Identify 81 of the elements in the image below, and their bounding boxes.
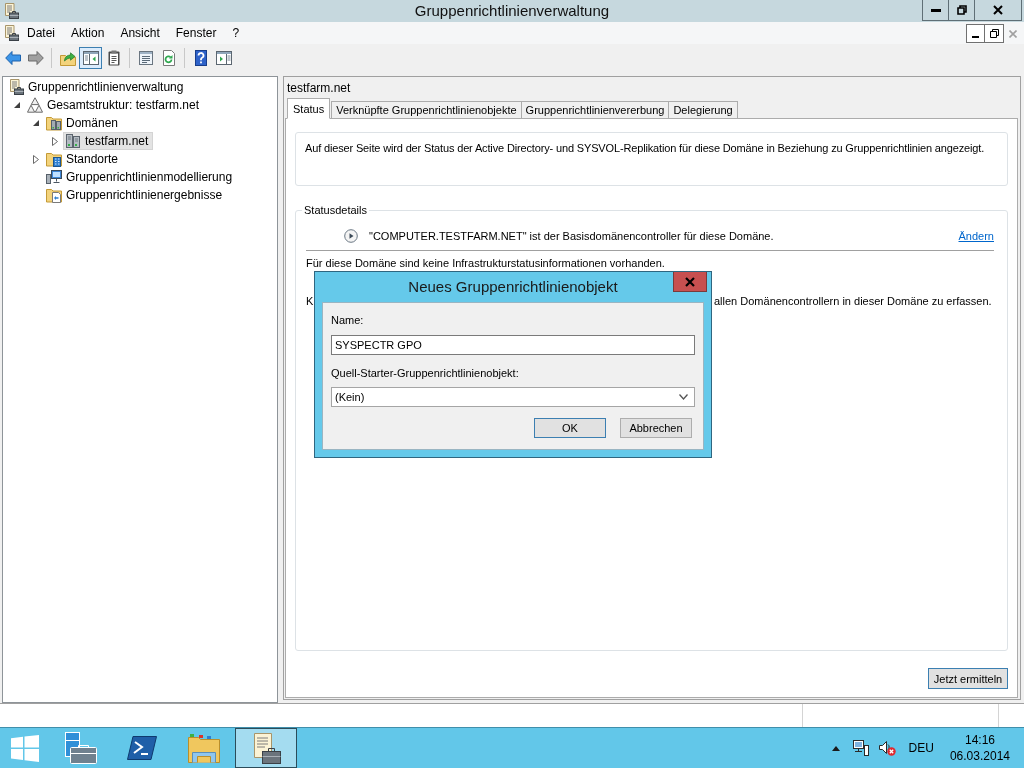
caret-right-icon[interactable] xyxy=(32,154,39,164)
group-title: Statusdetails xyxy=(303,204,368,217)
server-toolbox-icon xyxy=(63,732,97,764)
minimize-button[interactable] xyxy=(966,24,985,43)
dialog-button[interactable]: Abbrechen xyxy=(620,418,692,438)
caret-right-icon[interactable] xyxy=(51,136,58,146)
windows-logo-icon xyxy=(10,734,39,762)
computer-icon xyxy=(46,169,62,185)
left-arrow-icon xyxy=(4,50,21,66)
right-arrow-icon xyxy=(27,50,44,66)
caret-down-icon[interactable] xyxy=(32,120,39,126)
folder-icon xyxy=(188,733,220,763)
scroll-icon xyxy=(3,25,19,41)
terminal-icon xyxy=(127,736,157,760)
network-icon[interactable] xyxy=(852,740,869,756)
folder-building-icon xyxy=(46,151,62,167)
tree-item[interactable]: Gruppenrichtlinienmodellierung xyxy=(44,168,238,186)
tree-item[interactable]: Gruppenrichtlinienergebnisse xyxy=(44,186,228,204)
menu-item[interactable]: ? xyxy=(224,23,248,43)
menu-item[interactable]: Fenster xyxy=(167,23,225,43)
menu-item[interactable]: Aktion xyxy=(63,23,113,43)
document-list-icon xyxy=(137,50,154,66)
menu-item[interactable]: Datei xyxy=(19,23,63,43)
language-indicator[interactable]: DEU xyxy=(908,741,934,755)
close-button[interactable] xyxy=(975,0,1022,21)
window-panes-icon xyxy=(82,50,99,66)
change-link[interactable]: Ändern xyxy=(958,230,994,242)
console-tree-button[interactable] xyxy=(79,47,102,69)
tree-item[interactable]: Standorte xyxy=(44,150,124,168)
caret-down-icon[interactable] xyxy=(13,102,20,108)
server-icon xyxy=(65,133,81,149)
menu-item[interactable]: Ansicht xyxy=(112,23,168,43)
restore-icon xyxy=(956,5,967,15)
folder-document-icon xyxy=(46,187,62,203)
clock-date[interactable]: 06.03.2014 xyxy=(949,748,1010,764)
minimize-button[interactable] xyxy=(922,0,949,21)
document-refresh-icon xyxy=(160,50,177,66)
status-text: Für diese Domäne sind keine Infrastrukturstatusinformationen vorhanden. xyxy=(306,256,666,270)
tree-item[interactable]: Gruppenrichtlinienverwaltung xyxy=(6,78,189,96)
tree-item[interactable]: Domänen xyxy=(44,114,124,132)
field-label: Name: xyxy=(331,313,365,327)
tab[interactable]: Verknüpfte Gruppenrichtlinienobjekte xyxy=(331,101,522,119)
pane-title: testfarm.net xyxy=(286,81,352,95)
folder-arrow-icon xyxy=(59,50,76,66)
play-circle-icon[interactable] xyxy=(344,229,358,243)
close-icon xyxy=(685,276,695,287)
help-icon xyxy=(192,50,209,66)
scroll-icon xyxy=(251,732,281,764)
instruction-text: K xyxy=(306,294,315,308)
window-title: Gruppenrichtlinienverwaltung xyxy=(414,1,610,21)
triangles-icon xyxy=(27,97,43,113)
close-icon xyxy=(993,5,1003,15)
tree-item[interactable]: Gesamtstruktur: testfarm.net xyxy=(25,96,205,114)
dialog-title: Neues Gruppenrichtlinienobjekt xyxy=(408,277,618,297)
field-label: Quell-Starter-Gruppenrichtlinienobjekt: xyxy=(331,366,520,380)
tree-item[interactable]: testfarm.net xyxy=(63,132,154,150)
scroll-icon xyxy=(8,79,24,95)
clock-time[interactable]: 14:16 xyxy=(964,732,995,748)
controller-text: "COMPUTER.TESTFARM.NET" ist der Basisdomänencontroller für diese Domäne. xyxy=(369,230,774,242)
dialog-button[interactable]: OK xyxy=(534,418,606,438)
instruction-text: allen Domänencontrollern in dieser Domäne zu erfassen. xyxy=(714,294,993,308)
dropdown[interactable]: (Kein) xyxy=(331,387,695,407)
window-panes-icon xyxy=(215,50,232,66)
restore-icon xyxy=(989,29,999,38)
restore-button[interactable] xyxy=(949,0,975,21)
minimize-icon xyxy=(972,36,979,38)
scroll-icon xyxy=(3,3,19,19)
tab[interactable]: Status xyxy=(287,98,331,119)
chevron-down-icon xyxy=(679,394,688,400)
tab[interactable]: Delegierung xyxy=(668,101,738,119)
tab[interactable]: Gruppenrichtlinienvererbung xyxy=(520,101,670,119)
folder-server-icon xyxy=(46,115,62,131)
taskbar-button[interactable] xyxy=(235,728,297,768)
detect-now-button[interactable]: Jetzt ermitteln xyxy=(928,668,1008,689)
close-icon xyxy=(1009,29,1017,38)
speaker-off-icon[interactable] xyxy=(878,740,896,756)
minimize-icon xyxy=(930,8,941,12)
restore-button[interactable] xyxy=(985,24,1004,43)
caret-up-icon xyxy=(831,745,840,751)
info-text: Auf dieser Seite wird der Status der Active Directory- und SYSVOL-Replikation für diese Domäne in Beziehung zu Gruppenrichtlinien angezeigt. xyxy=(305,141,985,155)
name-field[interactable]: SYSPECTR GPO xyxy=(331,335,695,355)
